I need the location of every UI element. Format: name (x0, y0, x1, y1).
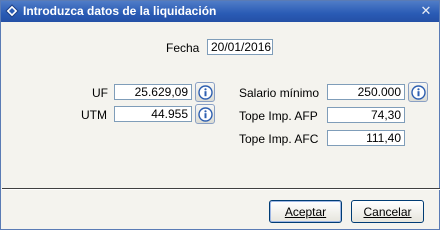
title-bar[interactable]: Introduzca datos de la liquidación ✕ (1, 1, 439, 22)
dialog-window: Introduzca datos de la liquidación ✕ Fec… (0, 0, 440, 230)
accept-button[interactable]: Aceptar (269, 200, 342, 223)
separator-highlight (2, 189, 440, 190)
tope-afp-label: Tope Imp. AFP (239, 109, 318, 123)
uf-field[interactable]: 25.629,09 (114, 84, 192, 100)
window-title: Introduzca datos de la liquidación (23, 4, 217, 18)
uf-info-button[interactable] (195, 82, 215, 102)
tope-afp-field[interactable]: 74,30 (327, 107, 405, 123)
close-icon: ✕ (420, 3, 432, 18)
info-icon (197, 84, 213, 100)
fecha-label: Fecha (166, 41, 200, 55)
cancel-button[interactable]: Cancelar (351, 200, 424, 223)
utm-field[interactable]: 44.955 (114, 106, 192, 122)
salario-minimo-field[interactable]: 250.000 (327, 84, 405, 100)
fecha-field[interactable]: 20/01/2016 (207, 39, 273, 55)
utm-info-button[interactable] (195, 104, 215, 124)
uf-label: UF (92, 86, 108, 100)
salario-minimo-label: Salario mínimo (239, 86, 320, 100)
info-icon (197, 106, 213, 122)
tope-afc-label: Tope Imp. AFC (239, 132, 319, 146)
accept-label: Aceptar (284, 204, 327, 219)
info-icon (410, 84, 426, 100)
app-diamond-icon (5, 4, 19, 18)
close-button[interactable]: ✕ (419, 4, 433, 18)
cancel-label: Cancelar (363, 204, 412, 219)
salario-minimo-info-button[interactable] (408, 82, 428, 102)
tope-afc-field[interactable]: 111,40 (327, 130, 405, 146)
utm-label: UTM (81, 108, 107, 122)
